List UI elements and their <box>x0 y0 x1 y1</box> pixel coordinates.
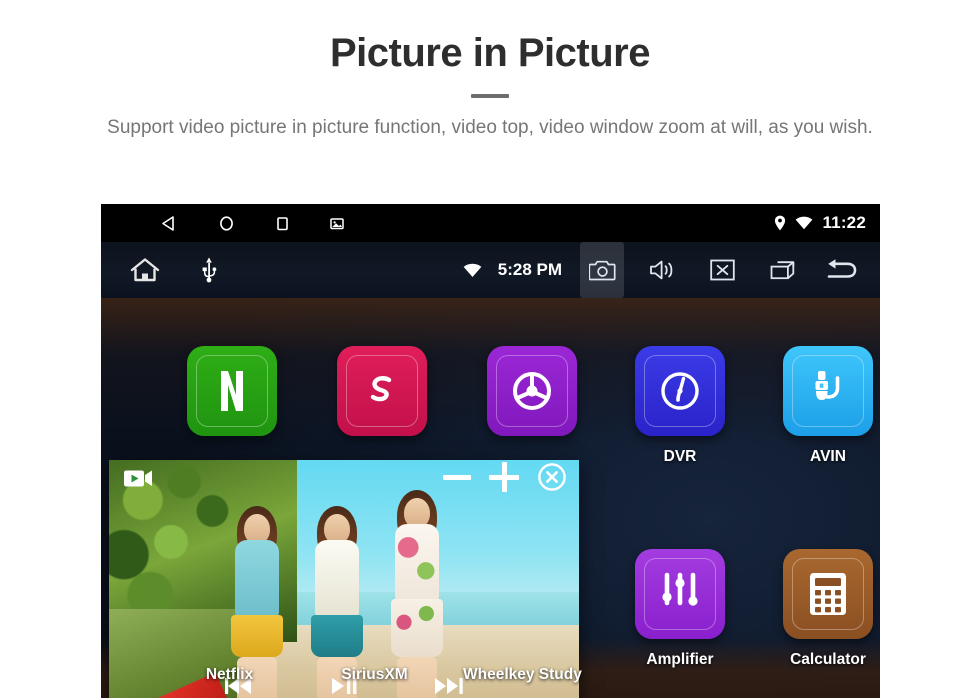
wifi-icon <box>463 263 482 278</box>
equalizer-icon <box>635 549 725 639</box>
title-divider <box>471 94 509 98</box>
home-circle-icon[interactable] <box>218 215 235 232</box>
pip-zoom-in-button[interactable] <box>489 462 519 492</box>
location-pin-icon <box>774 215 786 231</box>
left-app-labels: Netflix SiriusXM Wheelkey Study <box>101 666 582 684</box>
app-calculator[interactable]: Calculator <box>769 549 880 669</box>
app-siriusxm[interactable] <box>323 346 441 436</box>
wifi-icon <box>795 216 813 230</box>
home-icon[interactable] <box>129 256 161 284</box>
app-amplifier[interactable]: Amplifier <box>621 549 739 669</box>
rca-plug-icon <box>783 346 873 436</box>
app-label: Calculator <box>790 651 866 668</box>
system-toolbar: 5:28 PM <box>101 242 880 298</box>
app-label: Netflix <box>205 666 254 683</box>
close-circle-icon[interactable] <box>537 462 567 492</box>
app-dvr[interactable]: DVR <box>621 346 739 466</box>
image-icon[interactable] <box>330 217 344 230</box>
app-label: SiriusXM <box>341 666 408 683</box>
app-wheelkey-study[interactable] <box>473 346 591 436</box>
volume-icon[interactable] <box>640 242 684 298</box>
page-subtitle: Support video picture in picture functio… <box>107 117 873 138</box>
back-triangle-icon[interactable] <box>161 215 178 232</box>
android-status-bar: 11:22 <box>101 204 880 242</box>
camera-icon[interactable] <box>580 242 624 298</box>
gauge-icon <box>635 346 725 436</box>
app-label: AVIN <box>810 448 846 465</box>
device-screen: 11:22 5:28 PM DVR AVIN Amplifier Calcula… <box>101 204 880 698</box>
app-netflix[interactable] <box>173 346 291 436</box>
x-box-icon[interactable] <box>700 242 744 298</box>
page-title: Picture in Picture <box>330 31 650 75</box>
app-label: DVR <box>663 448 697 465</box>
video-camera-icon[interactable] <box>123 466 153 490</box>
sirius-icon <box>337 346 427 436</box>
toolbar-clock: 5:28 PM <box>497 260 562 279</box>
back-arrow-icon[interactable] <box>820 242 864 298</box>
steering-icon <box>487 346 577 436</box>
pip-header <box>109 460 579 498</box>
recents-square-icon[interactable] <box>275 215 290 232</box>
pip-window[interactable]: seicane <box>109 460 579 698</box>
netflix-icon <box>187 346 277 436</box>
status-bar-clock: 11:22 <box>822 213 866 232</box>
pip-controls <box>443 462 567 492</box>
app-avin[interactable]: AVIN <box>769 346 880 466</box>
app-label: Wheelkey Study <box>463 666 582 683</box>
usb-icon[interactable] <box>201 257 217 283</box>
app-label: Amplifier <box>646 651 714 668</box>
promo-header: Picture in Picture Support video picture… <box>0 0 980 143</box>
launcher-home: DVR AVIN Amplifier Calculator Netflix Si… <box>101 298 880 698</box>
calculator-icon <box>783 549 873 639</box>
pip-zoom-out-button[interactable] <box>443 474 471 480</box>
recents-windows-icon[interactable] <box>760 242 804 298</box>
